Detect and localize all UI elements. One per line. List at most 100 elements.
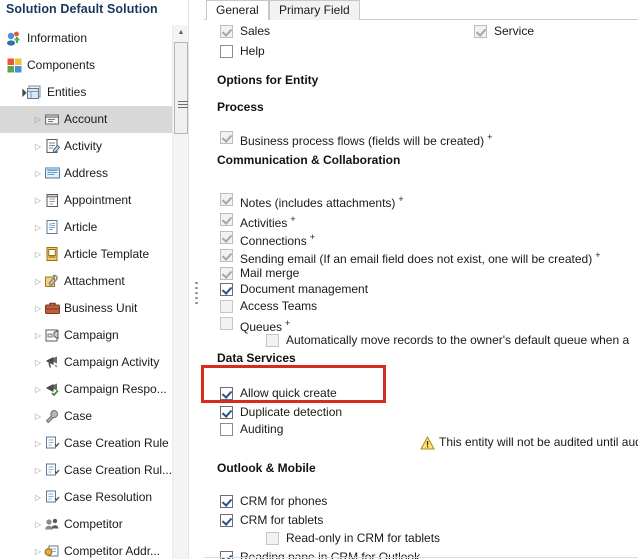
checkbox-label-text: Auditing: [240, 422, 284, 436]
tree-scrollbar[interactable]: ▲: [172, 25, 189, 559]
chevron-right-icon[interactable]: ▷: [32, 457, 44, 484]
checkbox-row[interactable]: Business process flows (fields will be c…: [204, 128, 638, 148]
sidebar-item-address[interactable]: ▷ Address: [0, 160, 172, 187]
sidebar-item-label: Competitor: [64, 517, 123, 531]
entities-icon: [26, 84, 43, 101]
sidebar-item-label: Case: [64, 409, 93, 423]
scrollbar-grip-icon: [178, 101, 188, 108]
sidebar-item-label: Article: [64, 220, 98, 234]
sidebar-item-case-creation-rul[interactable]: ▷ Case Creation Rul...: [0, 457, 172, 484]
plus-marker: +: [398, 194, 404, 204]
sidebar-item-information[interactable]: Information: [0, 25, 172, 52]
sidebar-item-article-template[interactable]: ▷ Article Template: [0, 241, 172, 268]
checkbox-row[interactable]: Sending email (If an email field does no…: [204, 246, 638, 266]
sidebar-item-case-creation-rule[interactable]: ▷ Case Creation Rule: [0, 430, 172, 457]
checkbox-activities: [220, 213, 233, 226]
sidebar-item-label: Campaign Activity: [64, 355, 160, 369]
checkbox-allow-quick-create[interactable]: [220, 387, 233, 400]
sidebar-item-case[interactable]: ▷ Case: [0, 403, 172, 430]
checkbox-label: Service: [494, 24, 535, 38]
chevron-right-icon[interactable]: ▷: [32, 349, 44, 376]
checkbox-label-text: Duplicate detection: [240, 405, 343, 419]
checkbox-label: Business process flows (fields will be c…: [240, 128, 492, 151]
checkbox-row[interactable]: Read-only in CRM for tablets: [204, 529, 638, 549]
checkbox-duplicate-detection[interactable]: [220, 406, 233, 419]
checkbox-crm-for-tablets[interactable]: [220, 514, 233, 527]
entity-form-pane: General Primary Field Sales Service Help Op…: [204, 0, 638, 559]
sidebar-item-label: Appointment: [64, 193, 132, 207]
sidebar-item-activity[interactable]: ▷ Activity: [0, 133, 172, 160]
checkbox-row[interactable]: Notes (includes attachments) +: [204, 190, 638, 210]
checkbox-crm-for-phones[interactable]: [220, 495, 233, 508]
options-for-entity-heading: Options for Entity: [217, 73, 319, 87]
case-icon: [44, 408, 61, 425]
account-icon: [44, 111, 61, 128]
checkbox-business-process-flows-fields-will-be-cr: [220, 131, 233, 144]
sidebar-item-label: Attachment: [64, 274, 125, 288]
chevron-right-icon[interactable]: ▷: [32, 376, 44, 403]
checkbox-label-text: CRM for tablets: [240, 513, 324, 527]
checkbox-row[interactable]: Automatically move records to the owner'…: [204, 331, 638, 351]
checkbox-row[interactable]: Service: [204, 22, 638, 42]
entity-tree[interactable]: Information Components ◢ Entities ▷ Account ▷ A…: [0, 25, 172, 559]
sidebar-item-attachment[interactable]: ▷ Attachment: [0, 268, 172, 295]
sidebar-item-campaign-activity[interactable]: ▷ Campaign Activity: [0, 349, 172, 376]
sidebar-item-competitor-addr[interactable]: ▷ Competitor Addr...: [0, 538, 172, 559]
sidebar-item-components[interactable]: Components: [0, 52, 172, 79]
chevron-right-icon[interactable]: ▷: [32, 403, 44, 430]
chevron-right-icon[interactable]: ▷: [32, 268, 44, 295]
sidebar-item-campaign-respo[interactable]: ▷ Campaign Respo...: [0, 376, 172, 403]
checkbox-row[interactable]: CRM for tablets: [204, 511, 638, 531]
chevron-right-icon[interactable]: ▷: [32, 241, 44, 268]
sidebar-item-article[interactable]: ▷ Article: [0, 214, 172, 241]
chevron-right-icon[interactable]: ▷: [32, 511, 44, 538]
plus-marker: +: [595, 250, 601, 260]
sidebar-item-campaign[interactable]: ▷ Campaign: [0, 322, 172, 349]
checkbox-auditing[interactable]: [220, 423, 233, 436]
checkbox-document-management[interactable]: [220, 283, 233, 296]
checkbox-label: CRM for tablets: [240, 511, 323, 530]
section-heading: Outlook & Mobile: [217, 461, 316, 475]
warning-triangle-icon: [420, 436, 435, 450]
checkbox-row[interactable]: Connections +: [204, 228, 638, 248]
chevron-right-icon[interactable]: ▷: [32, 430, 44, 457]
chevron-right-icon[interactable]: ▷: [32, 322, 44, 349]
checkbox-label-text: Mail merge: [240, 266, 300, 280]
scroll-up-arrow-icon[interactable]: ▲: [173, 25, 189, 41]
article-template-icon: [44, 246, 61, 263]
chevron-right-icon[interactable]: ▷: [32, 133, 44, 160]
checkbox-label: CRM for phones: [240, 492, 327, 511]
chevron-right-icon[interactable]: ▷: [32, 187, 44, 214]
checkbox-label-text: Allow quick create: [240, 386, 337, 400]
plus-marker: +: [487, 132, 493, 142]
tab-general[interactable]: General: [206, 0, 269, 20]
checkbox-row[interactable]: Activities +: [204, 210, 638, 230]
sidebar-item-business-unit[interactable]: ▷ Business Unit: [0, 295, 172, 322]
form-tabstrip: General Primary Field: [204, 0, 638, 20]
sidebar-item-appointment[interactable]: ▷ Appointment: [0, 187, 172, 214]
sidebar-item-label: Article Template: [64, 247, 150, 261]
checkbox-row[interactable]: Help: [204, 42, 638, 62]
tab-primary-field[interactable]: Primary Field: [269, 0, 360, 20]
chevron-right-icon[interactable]: ▷: [32, 484, 44, 511]
chevron-right-icon[interactable]: ▷: [32, 106, 44, 133]
checkbox-row[interactable]: Allow quick create: [204, 384, 638, 404]
checkbox-notes-includes-attachments: [220, 193, 233, 206]
scrollbar-thumb[interactable]: [174, 42, 188, 134]
sidebar-item-case-resolution[interactable]: ▷ Case Resolution: [0, 484, 172, 511]
chevron-right-icon[interactable]: ▷: [32, 295, 44, 322]
checkbox-label: Help: [240, 42, 265, 61]
sidebar-item-label: Campaign: [64, 328, 119, 342]
chevron-right-icon[interactable]: ▷: [32, 160, 44, 187]
sidebar-item-competitor[interactable]: ▷ Competitor: [0, 511, 172, 538]
chevron-right-icon[interactable]: ▷: [32, 214, 44, 241]
checkbox-help[interactable]: [220, 45, 233, 58]
checkbox-label-text: CRM for phones: [240, 494, 328, 508]
sidebar-item-label: Case Creation Rul...: [64, 463, 173, 477]
chevron-right-icon[interactable]: ▷: [32, 538, 44, 559]
sidebar-item-account[interactable]: ▷ Account: [0, 106, 172, 133]
sidebar-item-entities[interactable]: ◢ Entities: [0, 79, 172, 106]
checkbox-row[interactable]: CRM for phones: [204, 492, 638, 512]
campaign-activity-icon: [44, 354, 61, 371]
plus-marker: +: [290, 214, 296, 224]
